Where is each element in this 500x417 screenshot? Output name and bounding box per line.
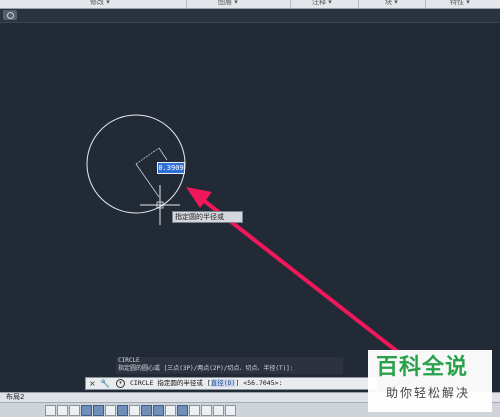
selection-cycling-toggle-icon[interactable] (201, 405, 212, 416)
watermark-subtitle: 助你轻松解决 (386, 386, 471, 400)
radius-line (135, 163, 160, 198)
watermark-logo: 百科全说 助你轻松解决 (368, 350, 492, 412)
dyn-toggle-icon[interactable] (153, 405, 164, 416)
prompt-suffix: ] <56.7045>: (235, 379, 283, 387)
close-icon[interactable]: × (89, 378, 96, 389)
command-line[interactable]: × 🔧 ▾ CIRCLE 指定圆的半径或 [直径(D)] <56.7045>: (85, 377, 378, 390)
command-history: CIRCLE 指定圆的圆心或 [三点(3P)/两点(2P)/切点、切点、半径(T… (116, 357, 343, 374)
3d-osnap-toggle-icon[interactable] (117, 405, 128, 416)
quick-properties-toggle-icon[interactable] (189, 405, 200, 416)
option-diameter[interactable]: 直径(D) (210, 379, 236, 387)
command-prompt-text: CIRCLE 指定圆的半径或 [直径(D)] <56.7045>: (130, 378, 282, 389)
osnap-toggle-icon[interactable] (105, 405, 116, 416)
watermark-title: 百科全说 (376, 355, 469, 380)
cursor-tooltip: 指定圆的半径或 (172, 211, 243, 223)
wrench-icon[interactable]: 🔧 (100, 378, 110, 389)
transparency-toggle-icon[interactable] (177, 405, 188, 416)
lineweight-toggle-icon[interactable] (165, 405, 176, 416)
snap-toggle-icon[interactable] (57, 405, 68, 416)
annotation-monitor-toggle-icon[interactable] (213, 405, 224, 416)
command-prompt-icon[interactable]: ▾ (116, 379, 125, 388)
coordinates-toggle-icon[interactable] (45, 405, 56, 416)
workspace-icon[interactable] (225, 405, 236, 416)
ducs-toggle-icon[interactable] (141, 405, 152, 416)
otrack-toggle-icon[interactable] (129, 405, 140, 416)
dynamic-input-field[interactable]: 0.3909 (157, 162, 185, 174)
grid-toggle-icon[interactable] (69, 405, 80, 416)
tab-layout2[interactable]: 布局2 (6, 393, 24, 402)
radius-line (135, 147, 160, 165)
history-line: CIRCLE (118, 357, 140, 364)
polar-toggle-icon[interactable] (93, 405, 104, 416)
ortho-toggle-icon[interactable] (81, 405, 92, 416)
dimension-line (158, 147, 168, 161)
prompt-text: CIRCLE 指定圆的半径或 [ (130, 379, 211, 387)
history-line: 指定圆的圆心或 [三点(3P)/两点(2P)/切点、切点、半径(T)]: (118, 365, 294, 372)
